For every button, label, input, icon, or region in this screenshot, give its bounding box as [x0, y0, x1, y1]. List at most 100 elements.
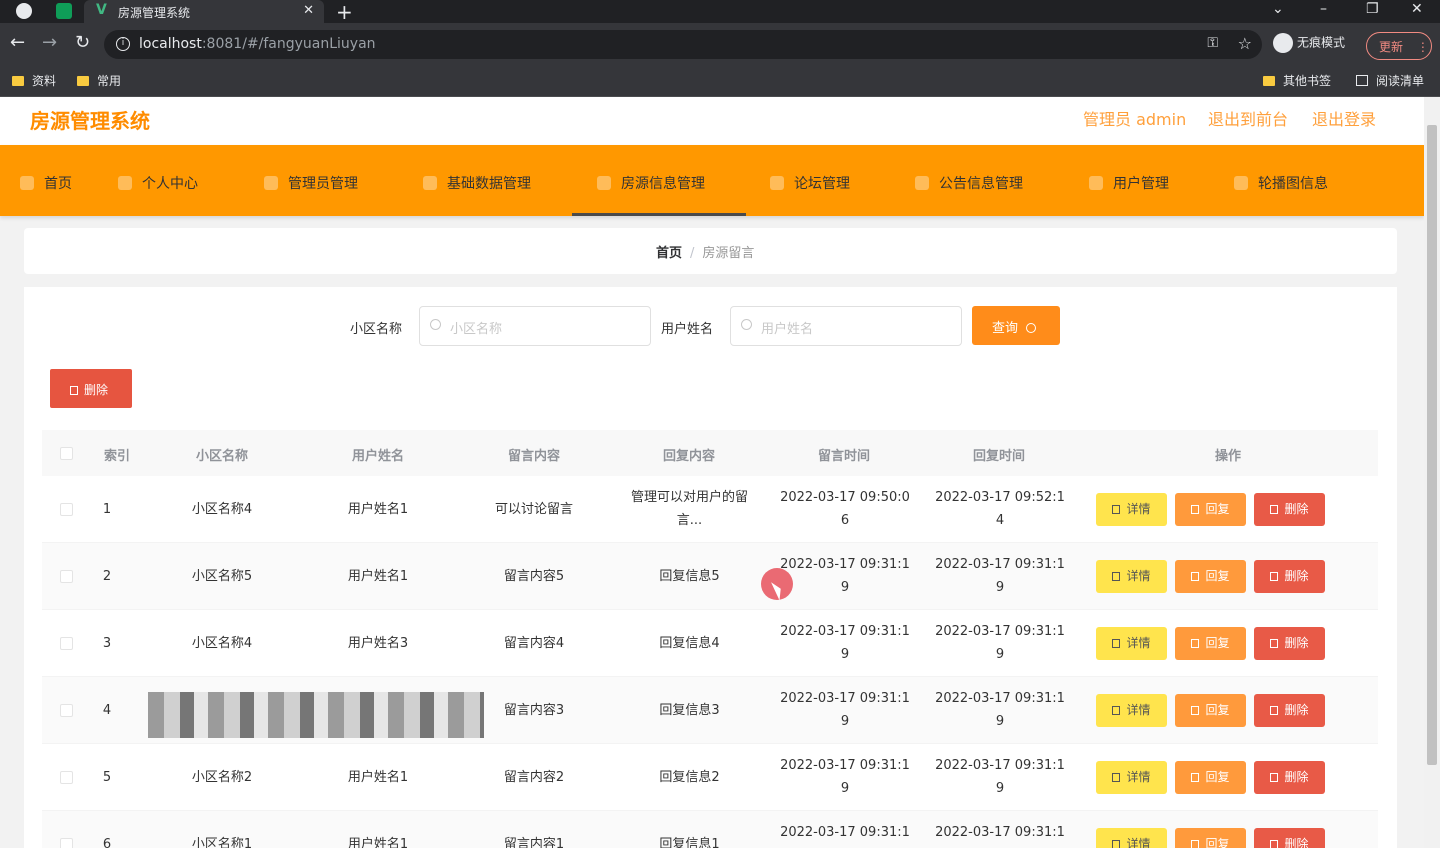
- admin-user-link[interactable]: 管理员 admin: [1083, 106, 1186, 130]
- other-bookmarks[interactable]: 其他书签: [1263, 72, 1331, 89]
- cell-message-time: 2022-03-17 09:31:1 9: [780, 758, 910, 796]
- browser-tab-active[interactable]: V 房源管理系统 ✕: [84, 0, 324, 23]
- delete-button[interactable]: 删除: [1254, 493, 1325, 526]
- minimize-icon[interactable]: –: [1320, 1, 1327, 17]
- menu-item-profile[interactable]: 个人中心: [118, 173, 198, 193]
- reply-button[interactable]: 回复: [1175, 694, 1246, 727]
- document-icon: [1112, 639, 1121, 648]
- row-checkbox[interactable]: [60, 637, 73, 650]
- house-icon: [597, 176, 611, 190]
- delete-button[interactable]: 删除: [1254, 560, 1325, 593]
- breadcrumb-home[interactable]: 首页: [656, 246, 682, 261]
- back-to-frontend-link[interactable]: 退出到前台: [1208, 106, 1288, 130]
- folder-icon: [1263, 76, 1275, 86]
- reload-icon[interactable]: ↻: [75, 34, 90, 52]
- page-scrollbar[interactable]: [1424, 97, 1440, 848]
- query-button[interactable]: 查询: [972, 306, 1060, 345]
- vue-icon: V: [96, 2, 107, 18]
- column-header: 操作: [1214, 449, 1241, 464]
- cell-reply: 回复信息4: [659, 636, 720, 651]
- row-checkbox[interactable]: [60, 838, 73, 848]
- site-info-icon[interactable]: i: [116, 37, 130, 51]
- trash-icon: [1270, 773, 1279, 782]
- table-row[interactable]: 1 小区名称4 用户姓名1 可以讨论留言 管理可以对用户的留 言... 2022-…: [42, 476, 1378, 543]
- bookmark-folder[interactable]: 常用: [77, 72, 121, 89]
- menu-item-house-info[interactable]: 房源信息管理: [597, 173, 705, 193]
- cell-message: 留言内容3: [503, 703, 565, 718]
- row-checkbox[interactable]: [60, 503, 73, 516]
- column-header: 回复内容: [662, 449, 715, 464]
- forward-icon[interactable]: →: [42, 34, 57, 52]
- cell-message: 留言内容1: [503, 837, 565, 848]
- delete-button[interactable]: 删除: [1254, 828, 1325, 848]
- row-checkbox[interactable]: [60, 771, 73, 784]
- close-window-icon[interactable]: ✕: [1411, 1, 1423, 17]
- cell-reply: 回复信息3: [659, 703, 720, 718]
- reply-button[interactable]: 回复: [1175, 493, 1246, 526]
- user-search-input[interactable]: 用户姓名: [730, 306, 962, 346]
- delete-button[interactable]: 删除: [1254, 761, 1325, 794]
- batch-delete-button[interactable]: 删除: [50, 369, 132, 408]
- back-icon[interactable]: ←: [10, 34, 25, 52]
- detail-button[interactable]: 详情: [1096, 627, 1167, 660]
- tab-search-icon[interactable]: ⌄: [1272, 1, 1284, 17]
- top-nav-menu: 首页 个人中心 管理员管理 基础数据管理 房源信息管理 论坛管理 公告信息管理 …: [0, 145, 1424, 216]
- trash-icon: [1270, 706, 1279, 715]
- key-icon[interactable]: ⚿: [1207, 35, 1218, 51]
- delete-button[interactable]: 删除: [1254, 627, 1325, 660]
- delete-button[interactable]: 删除: [1254, 694, 1325, 727]
- column-header: 回复时间: [972, 449, 1025, 464]
- tab-title: 房源管理系统: [118, 6, 191, 20]
- cell-reply-time: 2022-03-17 09:31:1 9: [935, 557, 1065, 595]
- data-icon: [423, 176, 437, 190]
- menu-item-home[interactable]: 首页: [20, 173, 72, 193]
- search-icon: [741, 319, 752, 330]
- document-icon: [1112, 572, 1121, 581]
- table-row[interactable]: 3 小区名称4 用户姓名3 留言内容4 回复信息4 2022-03-17 09:…: [42, 610, 1378, 677]
- restore-icon[interactable]: ❐: [1366, 1, 1379, 17]
- cell-message: 留言内容2: [503, 770, 565, 785]
- bookmark-folder[interactable]: 资料: [12, 72, 56, 89]
- table-row[interactable]: 6 小区名称1 用户姓名1 留言内容1 回复信息1 2022-03-17 09:…: [42, 811, 1378, 848]
- menu-item-admin[interactable]: 管理员管理: [264, 173, 358, 193]
- community-search-input[interactable]: 小区名称: [419, 306, 651, 346]
- detail-button[interactable]: 详情: [1096, 694, 1167, 727]
- row-checkbox[interactable]: [60, 570, 73, 583]
- menu-item-base-data[interactable]: 基础数据管理: [423, 173, 531, 193]
- detail-button[interactable]: 详情: [1096, 828, 1167, 848]
- table-row[interactable]: 2 小区名称5 用户姓名1 留言内容5 回复信息5 2022-03-17 09:…: [42, 543, 1378, 610]
- menu-item-carousel[interactable]: 轮播图信息: [1234, 173, 1328, 193]
- update-button[interactable]: 更新 ⋮: [1366, 32, 1432, 60]
- cell-reply-time: 2022-03-17 09:52:1 4: [935, 490, 1065, 528]
- select-all-checkbox[interactable]: [60, 447, 73, 460]
- trash-icon: [1270, 572, 1279, 581]
- detail-button[interactable]: 详情: [1096, 761, 1167, 794]
- browser-menu-icon[interactable]: [16, 3, 32, 19]
- document-icon: [1112, 840, 1121, 848]
- menu-item-forum[interactable]: 论坛管理: [770, 173, 850, 193]
- menu-item-notice[interactable]: 公告信息管理: [915, 173, 1023, 193]
- sheet-tab-icon[interactable]: [56, 3, 72, 19]
- reply-button[interactable]: 回复: [1175, 560, 1246, 593]
- cell-reply: 管理可以对用户的留 言...: [630, 490, 748, 528]
- reply-button[interactable]: 回复: [1175, 761, 1246, 794]
- logout-link[interactable]: 退出登录: [1312, 106, 1376, 130]
- new-tab-icon[interactable]: +: [336, 0, 353, 24]
- community-label: 小区名称: [350, 322, 403, 337]
- reply-button[interactable]: 回复: [1175, 627, 1246, 660]
- redacted-region: [148, 692, 484, 738]
- reply-button[interactable]: 回复: [1175, 828, 1246, 848]
- cell-index: 5: [102, 770, 112, 785]
- detail-button[interactable]: 详情: [1096, 493, 1167, 526]
- scrollbar-thumb[interactable]: [1427, 125, 1437, 765]
- row-checkbox[interactable]: [60, 704, 73, 717]
- reading-list[interactable]: 阅读清单: [1356, 72, 1424, 89]
- tab-close-icon[interactable]: ✕: [303, 3, 314, 18]
- detail-button[interactable]: 详情: [1096, 560, 1167, 593]
- trash-icon: [1270, 505, 1279, 514]
- incognito-indicator[interactable]: 无痕模式: [1273, 33, 1345, 53]
- menu-item-users[interactable]: 用户管理: [1089, 173, 1169, 193]
- url-field[interactable]: i localhost:8081/#/fangyuanLiuyan ⚿ ☆: [104, 30, 1262, 59]
- bookmark-star-icon[interactable]: ☆: [1238, 34, 1252, 53]
- table-row[interactable]: 5 小区名称2 用户姓名1 留言内容2 回复信息2 2022-03-17 09:…: [42, 744, 1378, 811]
